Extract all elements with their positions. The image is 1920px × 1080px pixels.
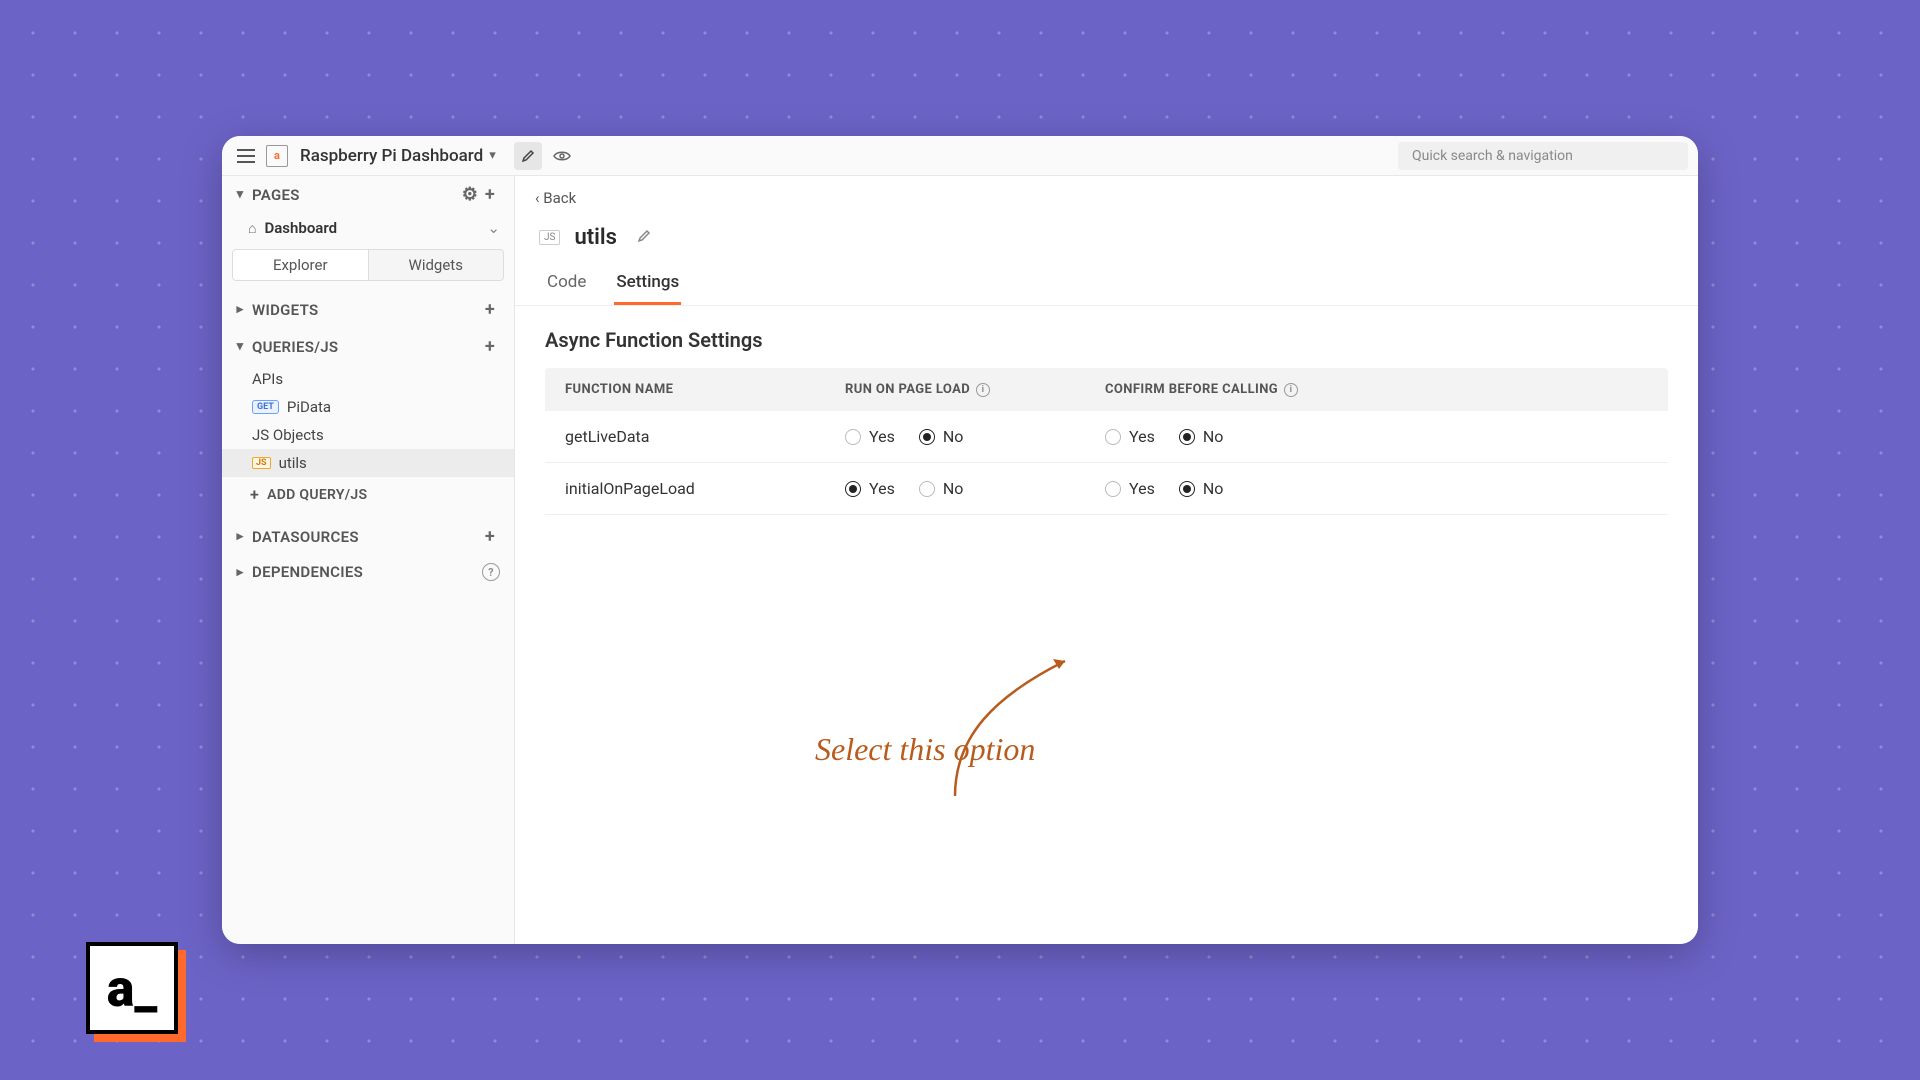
eye-icon[interactable] [548, 142, 576, 170]
sidebar-item-dashboard[interactable]: ⌂ Dashboard ⌄ [222, 213, 514, 243]
function-table: FUNCTION NAME RUN ON PAGE LOAD i CONFIRM… [545, 368, 1668, 515]
info-icon[interactable]: i [976, 383, 990, 397]
brand-logo: a_ [86, 942, 184, 1040]
function-name: getLiveData [565, 427, 845, 446]
radio-group-confirm: Yes No [1105, 427, 1365, 446]
plus-icon: + [250, 485, 259, 504]
radio-group-confirm: Yes No [1105, 479, 1365, 498]
help-icon[interactable]: ? [482, 563, 500, 581]
tab-explorer[interactable]: Explorer [233, 250, 369, 280]
tab-settings[interactable]: Settings [614, 264, 681, 305]
section-title: Async Function Settings [515, 306, 1698, 368]
chevron-right-icon: ▸ [232, 565, 248, 580]
plus-icon[interactable]: + [480, 526, 500, 547]
radio-yes[interactable]: Yes [1105, 479, 1155, 498]
sidebar: ▾ PAGES ⚙ + ⌂ Dashboard ⌄ Explorer Widge… [222, 176, 515, 944]
get-badge: GET [252, 400, 279, 414]
chevron-down-icon[interactable]: ▾ [489, 148, 496, 163]
tab-code[interactable]: Code [545, 264, 588, 305]
sidebar-section-widgets[interactable]: ▸ WIDGETS + [222, 291, 514, 328]
pencil-icon[interactable] [514, 142, 542, 170]
chevron-down-icon[interactable]: ⌄ [487, 219, 500, 237]
js-badge-icon: JS [252, 457, 271, 469]
col-confirm-before-calling: CONFIRM BEFORE CALLING i [1105, 382, 1365, 397]
radio-yes[interactable]: Yes [845, 427, 895, 446]
radio-no[interactable]: No [919, 479, 964, 498]
sidebar-item-apis[interactable]: APIs [222, 365, 514, 393]
js-badge-icon: JS [539, 230, 560, 245]
radio-group-run: Yes No [845, 427, 1105, 446]
sidebar-item-utils[interactable]: JS utils [222, 449, 514, 477]
hamburger-icon[interactable] [232, 142, 260, 170]
sidebar-item-pidata[interactable]: GET PiData [222, 393, 514, 421]
sidebar-section-pages[interactable]: ▾ PAGES ⚙ + [222, 176, 514, 213]
gear-icon[interactable]: ⚙ [460, 184, 480, 205]
sidebar-tabs: Explorer Widgets [232, 249, 504, 281]
radio-yes[interactable]: Yes [845, 479, 895, 498]
app-window: a Raspberry Pi Dashboard ▾ Quick search … [222, 136, 1698, 944]
col-run-on-page-load: RUN ON PAGE LOAD i [845, 382, 1105, 397]
table-row: initialOnPageLoad Yes No Yes No [545, 463, 1668, 515]
pencil-icon[interactable] [637, 228, 651, 247]
radio-yes[interactable]: Yes [1105, 427, 1155, 446]
app-logo-icon: a [266, 145, 288, 167]
sidebar-item-jsobjects[interactable]: JS Objects [222, 421, 514, 449]
radio-no[interactable]: No [1179, 427, 1224, 446]
topbar: a Raspberry Pi Dashboard ▾ Quick search … [222, 136, 1698, 176]
back-button[interactable]: ‹ Back [535, 189, 576, 207]
chevron-right-icon: ▸ [232, 302, 248, 317]
radio-group-run: Yes No [845, 479, 1105, 498]
sidebar-section-queries[interactable]: ▾ QUERIES/JS + [222, 328, 514, 365]
main-panel: ‹ Back JS utils Code Settings Async Func… [515, 176, 1698, 944]
tab-widgets[interactable]: Widgets [369, 250, 504, 280]
add-query-button[interactable]: + ADD QUERY/JS [222, 477, 514, 512]
annotation-text: Select this option [815, 731, 1035, 768]
object-name: utils [574, 225, 616, 250]
table-row: getLiveData Yes No Yes No [545, 411, 1668, 463]
sidebar-section-datasources[interactable]: ▸ DATASOURCES + [222, 518, 514, 555]
home-icon: ⌂ [248, 220, 256, 237]
app-title: Raspberry Pi Dashboard [300, 146, 483, 166]
radio-no[interactable]: No [1179, 479, 1224, 498]
function-name: initialOnPageLoad [565, 479, 845, 498]
chevron-down-icon: ▾ [232, 339, 248, 354]
chevron-down-icon: ▾ [232, 187, 248, 202]
plus-icon[interactable]: + [480, 299, 500, 320]
search-input[interactable]: Quick search & navigation [1398, 142, 1688, 170]
info-icon[interactable]: i [1284, 383, 1298, 397]
col-function-name: FUNCTION NAME [565, 382, 845, 397]
plus-icon[interactable]: + [480, 336, 500, 357]
sidebar-section-dependencies[interactable]: ▸ DEPENDENCIES ? [222, 555, 514, 589]
radio-no[interactable]: No [919, 427, 964, 446]
chevron-right-icon: ▸ [232, 529, 248, 544]
plus-icon[interactable]: + [480, 184, 500, 205]
table-header: FUNCTION NAME RUN ON PAGE LOAD i CONFIRM… [545, 368, 1668, 411]
content-tabs: Code Settings [515, 258, 1698, 306]
